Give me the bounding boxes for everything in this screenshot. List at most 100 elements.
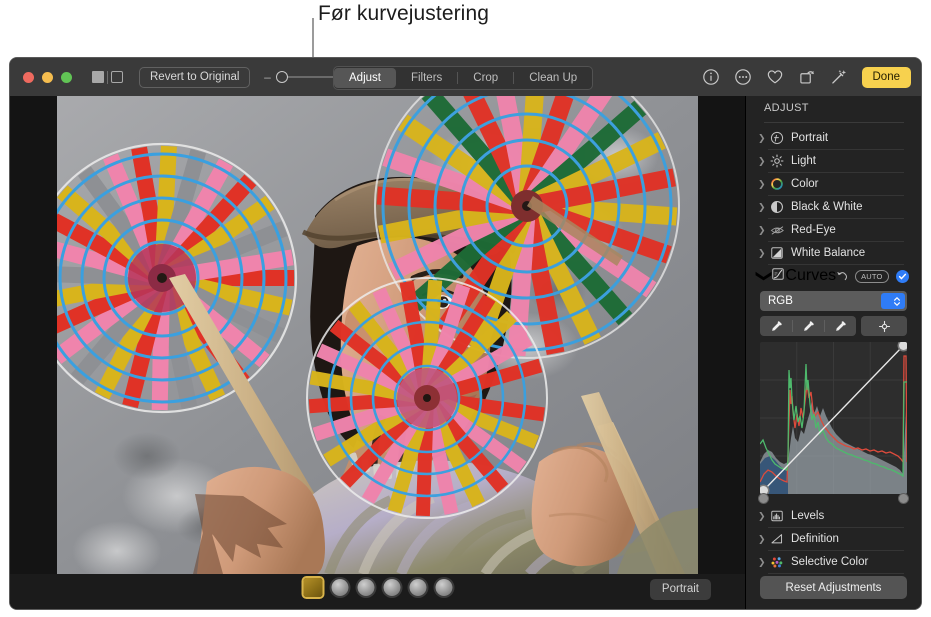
auto-button[interactable]: AUTO [855,270,889,283]
sidebar-item-black-white[interactable]: ❯ Black & White [746,196,921,218]
chevron-right-icon[interactable]: ❯ [758,512,767,521]
curves-channel-value: RGB [760,295,793,307]
single-view-icon[interactable] [92,71,104,83]
add-point-icon[interactable] [861,316,907,336]
tab-clean-up[interactable]: Clean Up [514,68,592,88]
chevron-right-icon[interactable]: ❯ [758,558,767,567]
selective-color-icon [769,554,785,570]
close-button[interactable] [23,72,34,83]
favorite-icon[interactable] [766,68,784,86]
sidebar-item-label: Portrait [791,132,828,144]
chevron-right-icon[interactable]: ❯ [758,226,767,235]
tab-filters[interactable]: Filters [396,68,457,88]
curves-histogram[interactable] [760,342,907,494]
curves-range-rail[interactable] [760,494,907,505]
black-level-knob[interactable] [759,494,768,503]
sidebar-item-levels[interactable]: ❯ Levels [746,505,921,527]
filmstrip-thumb[interactable] [331,579,348,596]
sidebar-item-label: Red-Eye [791,224,836,236]
histogram-plot [760,342,907,494]
checkmark-icon [898,272,907,281]
rotate-icon[interactable] [798,68,816,86]
zoom-button[interactable] [61,72,72,83]
sidebar-item-color[interactable]: ❯ Color [746,173,921,195]
view-toggle[interactable] [92,71,123,84]
photo-image[interactable] [57,96,698,574]
red-eye-icon [769,222,785,238]
chevron-right-icon[interactable]: ❯ [758,249,767,258]
sidebar-item-portrait[interactable]: ❯ Portrait [746,127,921,149]
chevron-right-icon[interactable]: ❯ [758,134,767,143]
undo-arrow-icon[interactable] [836,270,848,282]
curves-tools [760,316,907,336]
filmstrip-thumb[interactable] [357,579,374,596]
more-icon[interactable] [734,68,752,86]
light-icon [769,153,785,169]
photo-canvas: Portrait [10,96,745,609]
curves-actions: AUTO [836,270,909,283]
auto-enhance-icon[interactable] [830,68,848,86]
sidebar-item-label: Black & White [791,201,863,213]
adjust-sidebar: ADJUST ❯ Portrait ❯ [746,96,921,609]
color-icon [769,176,785,192]
filmstrip-thumb-selected[interactable] [303,578,322,597]
filmstrip: Portrait [10,574,745,609]
mode-tabs: Adjust Filters Crop Clean Up [333,66,593,90]
chevron-right-icon[interactable]: ❯ [758,203,767,212]
zoom-out-label[interactable]: – [263,70,271,84]
chevron-down-icon[interactable]: ❯ [755,269,775,282]
sidebar-item-white-balance[interactable]: ❯ White Balance [746,242,921,264]
sidebar-item-red-eye[interactable]: ❯ Red-Eye [746,219,921,241]
filmstrip-thumb[interactable] [383,579,400,596]
adjustment-list: ❯ Portrait ❯ [746,127,921,574]
filmstrip-thumb[interactable] [409,579,426,596]
sidebar-item-label: White Balance [791,247,865,259]
sidebar-item-definition[interactable]: ❯ Definition [746,528,921,550]
curve-point-black[interactable] [760,486,768,494]
black-point-eyedropper-icon[interactable] [760,316,792,336]
curve-point-white[interactable] [899,342,907,350]
gray-point-eyedropper-icon[interactable] [792,316,824,336]
filmstrip-thumb[interactable] [435,579,452,596]
white-level-knob[interactable] [899,494,908,503]
portrait-button[interactable]: Portrait [650,579,711,600]
sidebar-item-label: Levels [791,510,824,522]
chevron-right-icon[interactable]: ❯ [758,157,767,166]
photo-content [57,96,698,574]
sidebar-item-selective-color[interactable]: ❯ Selective Color [746,551,921,573]
sidebar-title: ADJUST [764,102,809,114]
sidebar-item-light[interactable]: ❯ Light [746,150,921,172]
photos-editor-window: Revert to Original – + Adjust Filters Cr… [10,58,921,609]
reset-adjustments-button[interactable]: Reset Adjustments [760,576,907,599]
done-button[interactable]: Done [862,67,912,88]
curves-enabled-toggle[interactable] [896,270,909,283]
black-white-icon [769,199,785,215]
minimize-button[interactable] [42,72,53,83]
info-icon[interactable] [702,68,720,86]
curves-channel-select[interactable]: RGB [760,291,907,311]
window-controls [23,72,72,83]
stepper-icon[interactable] [881,293,905,309]
definition-icon [769,531,785,547]
sidebar-title-rule [764,122,904,123]
sidebar-item-label: Color [791,178,818,190]
portrait-icon [769,130,785,146]
toolbar-actions: Done [702,58,912,96]
chevron-right-icon[interactable]: ❯ [758,180,767,189]
sidebar-item-curves[interactable]: ❯ Curves AUTO [746,265,921,287]
toolbar: Revert to Original – + Adjust Filters Cr… [10,58,921,96]
split-view-icon[interactable] [111,71,123,83]
tab-crop[interactable]: Crop [458,68,513,88]
zoom-slider-knob[interactable] [276,71,288,83]
list-divider [768,573,904,574]
revert-to-original-button[interactable]: Revert to Original [139,67,250,88]
chevron-right-icon[interactable]: ❯ [758,535,767,544]
sidebar-item-label: Light [791,155,816,167]
eyedropper-group [760,316,856,336]
levels-icon [769,508,785,524]
chevron-updown-icon [893,296,901,307]
callout-label: Før kurvejustering [318,2,489,26]
sidebar-item-label: Definition [791,533,839,545]
white-point-eyedropper-icon[interactable] [824,316,856,336]
tab-adjust[interactable]: Adjust [334,68,396,88]
